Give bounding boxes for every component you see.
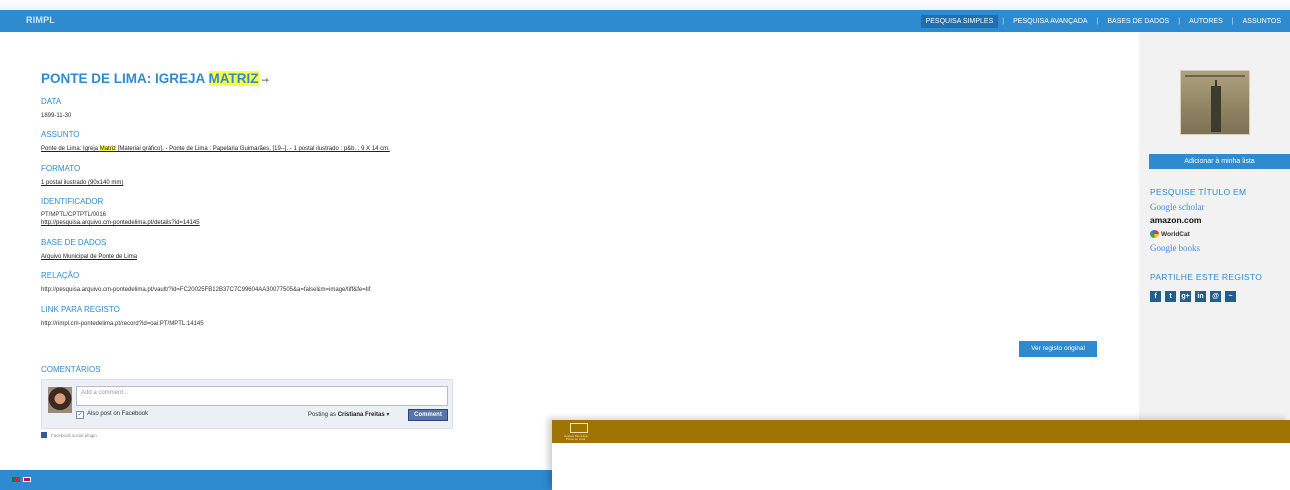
posting-as-text: Posting as bbox=[308, 412, 338, 418]
field-value-identificador: PT/MPTL/CPTPTL/0016 bbox=[41, 212, 107, 218]
top-fade bbox=[0, 0, 1290, 10]
avatar bbox=[48, 387, 72, 413]
english-flag-icon[interactable] bbox=[23, 477, 31, 482]
linkedin-icon[interactable]: in bbox=[1195, 291, 1206, 302]
share-icons: f t g+ in @ ~ bbox=[1150, 291, 1236, 302]
rss-icon[interactable]: ~ bbox=[1225, 291, 1236, 302]
field-label-relacao: RELAÇÃO bbox=[41, 271, 80, 280]
worldcat-link[interactable]: WorldCat bbox=[1150, 229, 1190, 238]
posting-as[interactable]: Posting as Cristiana Freitas ▾ bbox=[308, 411, 389, 418]
email-icon[interactable]: @ bbox=[1210, 291, 1221, 302]
archive-window: Arquivo Municipal Ponte de Lima bbox=[552, 420, 1290, 490]
worldcat-icon bbox=[1150, 229, 1159, 238]
assunto-text-rest: [Material gráfico]. - Ponte de Lima : Pa… bbox=[116, 146, 390, 152]
view-original-record-button[interactable]: Ver registo original bbox=[1019, 341, 1097, 357]
nav-separator: | bbox=[1178, 17, 1181, 25]
google-scholar-link[interactable]: Google scholar bbox=[1150, 202, 1205, 212]
comment-input[interactable]: Add a comment... bbox=[76, 386, 448, 406]
google-books-brand: Google bbox=[1150, 243, 1177, 253]
twitter-icon[interactable]: t bbox=[1165, 291, 1176, 302]
field-value-base-de-dados[interactable]: Arquivo Municipal de Ponte de Lima bbox=[41, 254, 137, 260]
assunto-highlight: Matriz bbox=[99, 146, 117, 152]
plugin-note-text: Facebook social plugin bbox=[51, 432, 97, 438]
nav-pesquisa-simples[interactable]: PESQUISA SIMPLES bbox=[920, 14, 999, 28]
portuguese-flag-icon[interactable] bbox=[12, 477, 20, 482]
field-value-link-registo: http://rimpl.cm-pontedelima.pt/record?id… bbox=[41, 321, 204, 327]
field-label-assunto: ASSUNTO bbox=[41, 130, 80, 139]
worldcat-label: WorldCat bbox=[1161, 231, 1190, 238]
facebook-plugin-note[interactable]: Facebook social plugin bbox=[41, 432, 97, 438]
nav-bases-de-dados[interactable]: BASES DE DADOS bbox=[1102, 15, 1174, 28]
record-thumbnail[interactable] bbox=[1180, 70, 1250, 135]
field-value-relacao: http://pesquisa.arquivo.cm-pontedelima.p… bbox=[41, 287, 371, 293]
main-nav: PESQUISA SIMPLES | PESQUISA AVANÇADA | B… bbox=[920, 13, 1286, 29]
google-books-sub: books bbox=[1178, 243, 1201, 253]
archive-logo[interactable]: Arquivo Municipal Ponte de Lima bbox=[564, 423, 598, 441]
nav-separator: | bbox=[1231, 17, 1234, 25]
comment-button[interactable]: Comment bbox=[408, 409, 448, 421]
share-heading: PARTILHE ESTE REGISTO bbox=[1150, 272, 1263, 282]
thumbnail-tower bbox=[1211, 86, 1221, 132]
nav-autores[interactable]: AUTORES bbox=[1184, 15, 1228, 28]
language-switcher bbox=[12, 477, 31, 482]
google-books-link[interactable]: Google books bbox=[1150, 243, 1200, 253]
field-label-data: DATA bbox=[41, 97, 62, 106]
field-label-base-de-dados: BASE DE DADOS bbox=[41, 238, 107, 247]
nav-assuntos[interactable]: ASSUNTOS bbox=[1238, 15, 1286, 28]
facebook-icon[interactable]: f bbox=[1150, 291, 1161, 302]
posting-as-name: Cristiana Freitas bbox=[337, 412, 385, 418]
google-plus-icon[interactable]: g+ bbox=[1180, 291, 1191, 302]
archive-header-bar: Arquivo Municipal Ponte de Lima bbox=[552, 420, 1290, 443]
arrow-icon: ➙ bbox=[261, 75, 270, 85]
site-logo[interactable]: RIMPL bbox=[26, 15, 55, 25]
archive-logo-line2: Ponte de Lima bbox=[566, 437, 586, 441]
comments-label: COMENTÁRIOS bbox=[41, 365, 101, 374]
thumbnail-caption-band bbox=[1185, 75, 1245, 77]
record-title: PONTE DE LIMA: IGREJA MATRIZ ➙ bbox=[41, 71, 269, 86]
nav-separator: | bbox=[1096, 17, 1099, 25]
also-post-label: Also post on Facebook bbox=[87, 411, 149, 417]
record-title-highlight: MATRIZ bbox=[208, 71, 259, 86]
archive-building-icon bbox=[570, 423, 588, 433]
field-value-data: 1899-11-30 bbox=[41, 113, 72, 119]
search-title-heading: PESQUISE TÍTULO EM bbox=[1150, 187, 1247, 197]
google-scholar-sub: scholar bbox=[1178, 202, 1205, 212]
field-link-identificador[interactable]: http://pesquisa.arquivo.cm-pontedelima.p… bbox=[41, 220, 200, 226]
field-value-assunto[interactable]: Ponte de Lima: Igreja Matriz [Material g… bbox=[41, 146, 390, 152]
chevron-down-icon: ▾ bbox=[386, 412, 390, 418]
facebook-comment-box: Add a comment... ✓ Also post on Facebook… bbox=[41, 379, 453, 429]
add-to-list-button[interactable]: Adicionar à minha lista bbox=[1149, 154, 1290, 169]
nav-pesquisa-avancada[interactable]: PESQUISA AVANÇADA bbox=[1008, 15, 1092, 28]
field-value-formato[interactable]: 1 postal ilustrado (90x140 mm) bbox=[41, 180, 123, 186]
field-label-link-registo: LINK PARA REGISTO bbox=[41, 305, 120, 314]
also-post-checkbox[interactable]: ✓ bbox=[76, 411, 84, 419]
amazon-link[interactable]: amazon.com bbox=[1150, 215, 1202, 225]
facebook-icon bbox=[41, 432, 47, 438]
google-scholar-brand: Google bbox=[1150, 202, 1177, 212]
assunto-text: Ponte de Lima: Igreja bbox=[41, 146, 100, 152]
field-label-formato: FORMATO bbox=[41, 164, 81, 173]
record-title-text: PONTE DE LIMA: IGREJA bbox=[41, 71, 209, 86]
field-label-identificador: IDENTIFICADOR bbox=[41, 197, 104, 206]
nav-separator: | bbox=[1002, 17, 1005, 25]
top-navigation-bar: RIMPL PESQUISA SIMPLES | PESQUISA AVANÇA… bbox=[0, 10, 1290, 32]
right-sidebar: Adicionar à minha lista PESQUISE TÍTULO … bbox=[1139, 32, 1290, 470]
